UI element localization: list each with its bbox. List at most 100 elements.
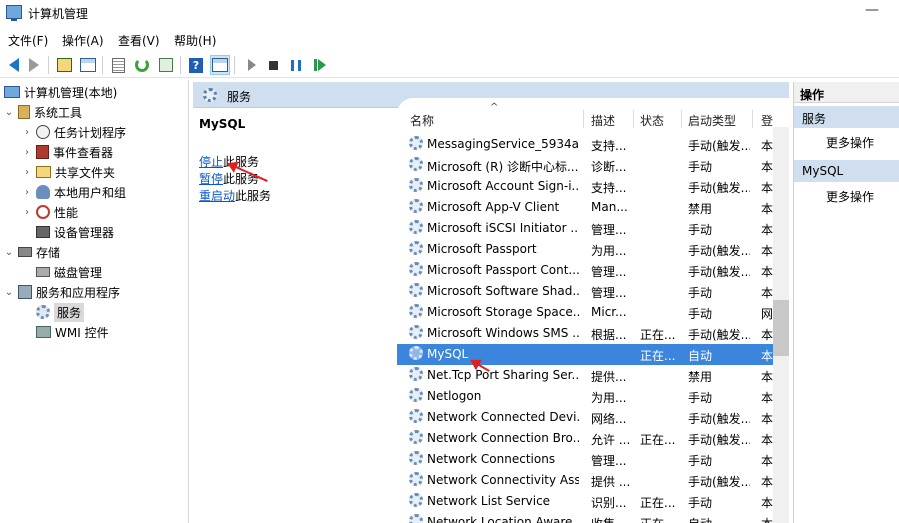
chevron-down-icon[interactable]: ⌄ <box>4 247 14 258</box>
tree-label: 事件查看器 <box>53 145 114 160</box>
service-name-cell: Microsoft iSCSI Initiator ... <box>427 221 579 235</box>
column-header-startup-type[interactable]: 启动类型 <box>688 112 736 129</box>
service-startup-cell: 手动(触发... <box>688 265 750 279</box>
service-row[interactable]: Net.Tcp Port Sharing Ser... 提供... 禁用 本 <box>397 365 773 386</box>
tree-label: 服务和应用程序 <box>36 285 121 300</box>
column-header-name[interactable]: 名称 <box>410 112 434 129</box>
service-startup-cell: 手动 <box>688 454 713 468</box>
tree-item-task-scheduler[interactable]: › 任务计划程序 <box>22 122 126 142</box>
service-row[interactable]: Microsoft (R) 诊断中心标... 诊断... 手动 本 <box>397 155 773 176</box>
pause-service-button[interactable] <box>286 55 306 75</box>
service-desc-cell: 为用... <box>591 244 627 258</box>
service-row[interactable]: Microsoft Passport 为用... 手动(触发... 本 <box>397 239 773 260</box>
service-row[interactable]: MessagingService_5934a 支持... 手动(触发... 本 <box>397 134 773 155</box>
refresh-button[interactable] <box>132 55 152 75</box>
chevron-down-icon[interactable]: ⌄ <box>4 287 14 298</box>
chevron-right-icon[interactable]: › <box>22 207 32 218</box>
service-detail-pane: MySQL 停止此服务 暂停此服务 重启动此服务 <box>193 109 397 523</box>
scrollbar-thumb[interactable] <box>773 300 789 356</box>
service-row[interactable]: Network Connection Bro... 允许 ... 正在... 手动(触… <box>397 428 773 449</box>
service-desc-cell: 管理... <box>591 454 627 468</box>
chevron-right-icon[interactable]: › <box>22 147 32 158</box>
tree-item-storage[interactable]: ⌄ 存储 <box>4 242 60 262</box>
column-divider[interactable] <box>633 110 634 128</box>
more-actions-services[interactable]: 更多操作 <box>826 134 874 151</box>
service-row[interactable]: Microsoft Storage Space... Micr... 手动 网 <box>397 302 773 323</box>
service-desc-cell: 管理... <box>591 286 627 300</box>
tree-item-system-tools[interactable]: ⌄ 系统工具 <box>4 102 82 122</box>
column-divider[interactable] <box>681 110 682 128</box>
show-hide-tree-button[interactable] <box>78 55 98 75</box>
computer-management-icon <box>6 5 22 21</box>
service-logon-cell: 本 <box>761 160 773 174</box>
tree-item-computer-management[interactable]: 计算机管理(本地) <box>4 82 117 102</box>
column-divider[interactable] <box>583 110 584 128</box>
export-list-button[interactable] <box>156 55 176 75</box>
service-row[interactable]: Microsoft Account Sign-i... 支持... 手动(触发...… <box>397 176 773 197</box>
service-status-cell: 正在... <box>640 328 676 342</box>
tree-item-disk-management[interactable]: 磁盘管理 <box>36 262 102 282</box>
chevron-right-icon[interactable]: › <box>22 187 32 198</box>
actions-section-services[interactable]: 服务 <box>794 106 899 128</box>
tree-item-wmi-control[interactable]: WMI 控件 <box>36 322 109 342</box>
menu-help[interactable]: 帮助(H) <box>174 32 216 49</box>
up-level-button[interactable] <box>54 55 74 75</box>
stop-service-button[interactable] <box>263 55 283 75</box>
minimize-button[interactable]: — <box>862 0 882 22</box>
stop-service-link[interactable]: 停止 <box>199 155 223 169</box>
service-logon-cell: 本 <box>761 454 773 468</box>
show-action-pane-button[interactable] <box>210 55 230 75</box>
column-divider[interactable] <box>752 110 753 128</box>
stop-icon <box>268 60 278 70</box>
tree-item-services-and-applications[interactable]: ⌄ 服务和应用程序 <box>4 282 120 302</box>
chevron-down-icon[interactable]: ⌄ <box>4 107 14 118</box>
tree-item-services[interactable]: 服务 <box>36 302 85 322</box>
toolbar-separator <box>102 56 103 74</box>
service-row[interactable]: Microsoft iSCSI Initiator ... 管理... 手动 本 <box>397 218 773 239</box>
column-header-status[interactable]: 状态 <box>640 112 664 129</box>
properties-button[interactable] <box>108 55 128 75</box>
service-startup-cell: 手动 <box>688 307 713 321</box>
tree-item-local-users[interactable]: › 本地用户和组 <box>22 182 126 202</box>
start-service-button[interactable] <box>242 55 262 75</box>
chevron-right-icon[interactable]: › <box>22 167 32 178</box>
menu-file[interactable]: 文件(F) <box>8 32 48 49</box>
service-row[interactable]: Netlogon 为用... 手动 本 <box>397 386 773 407</box>
gear-icon <box>409 325 423 339</box>
help-button[interactable]: ? <box>186 55 206 75</box>
tree-item-shared-folders[interactable]: › 共享文件夹 <box>22 162 115 182</box>
service-row[interactable]: Network Connectivity Ass... 提供 ... 手动(触发..… <box>397 470 773 491</box>
service-name-cell: Microsoft Storage Space... <box>427 305 579 319</box>
gear-icon <box>409 388 423 402</box>
actions-section-mysql[interactable]: MySQL <box>794 160 899 182</box>
service-name-cell: Microsoft Passport Cont... <box>427 263 579 277</box>
pause-service-link[interactable]: 暂停 <box>199 172 223 186</box>
service-row[interactable]: Microsoft Software Shad... 管理... 手动 本 <box>397 281 773 302</box>
service-row[interactable]: Network Connections 管理... 手动 本 <box>397 449 773 470</box>
menu-action[interactable]: 操作(A) <box>62 32 104 49</box>
service-row[interactable]: Network List Service 识别... 正在... 手动 本 <box>397 491 773 512</box>
tree-item-performance[interactable]: › 性能 <box>22 202 78 222</box>
gear-icon <box>409 136 423 150</box>
column-header-logon[interactable]: 登 <box>761 112 773 129</box>
back-button[interactable] <box>4 55 24 75</box>
more-actions-mysql[interactable]: 更多操作 <box>826 188 874 205</box>
column-header-description[interactable]: 描述 <box>591 112 615 129</box>
tree-label: 服务 <box>54 302 85 322</box>
restart-service-button[interactable] <box>310 55 330 75</box>
tree-label: 性能 <box>54 205 79 220</box>
service-row[interactable]: Network Connected Devi... 网络... 手动(触发... 本 <box>397 407 773 428</box>
chevron-right-icon[interactable]: › <box>22 127 32 138</box>
service-row[interactable]: Microsoft App-V Client Man... 禁用 本 <box>397 197 773 218</box>
service-row[interactable]: MySQL 正在... 自动 本 <box>397 344 773 365</box>
service-row[interactable]: Network Location Aware... 收集... 正在... 自动 本 <box>397 512 773 523</box>
tree-item-event-viewer[interactable]: › 事件查看器 <box>22 142 113 162</box>
console-tree-icon <box>80 58 96 72</box>
service-row[interactable]: Microsoft Passport Cont... 管理... 手动(触发... 本 <box>397 260 773 281</box>
service-row[interactable]: Microsoft Windows SMS ... 根据... 正在... 手动(触发… <box>397 323 773 344</box>
tree-item-device-manager[interactable]: 设备管理器 <box>36 222 114 242</box>
service-status-cell: 正在... <box>640 515 678 523</box>
restart-service-link[interactable]: 重启动 <box>199 189 235 203</box>
menu-view[interactable]: 查看(V) <box>118 32 160 49</box>
forward-button[interactable] <box>24 55 44 75</box>
